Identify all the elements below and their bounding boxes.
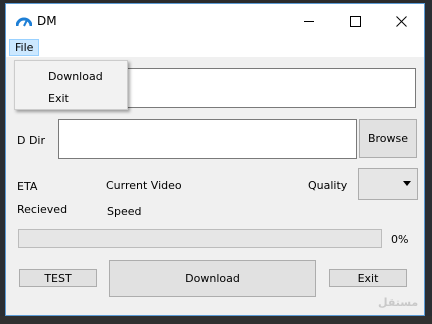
app-window: DM File D Dir Browse ETA Current Video Q… — [5, 3, 425, 316]
download-progress-bar — [18, 229, 382, 248]
speedometer-icon — [16, 17, 32, 27]
menu-item-download[interactable]: Download — [48, 70, 103, 83]
quality-label: Quality — [308, 179, 348, 192]
background-bottom-edge — [0, 316, 432, 324]
received-label: Recieved — [17, 203, 68, 216]
download-button[interactable]: Download — [109, 260, 316, 297]
speed-label: Speed — [107, 205, 142, 218]
maximize-icon — [349, 15, 361, 27]
background-right-edge — [425, 0, 432, 324]
menu-file[interactable]: File — [9, 39, 40, 56]
watermark-logo: مستقل — [378, 296, 419, 309]
window-title: DM — [37, 14, 57, 28]
browse-button[interactable]: Browse — [359, 119, 417, 158]
download-dir-input[interactable] — [58, 119, 357, 159]
file-menu-dropdown: Download Exit — [14, 60, 128, 110]
download-dir-label: D Dir — [17, 134, 46, 147]
progress-percent: 0% — [391, 233, 409, 246]
menu-item-exit[interactable]: Exit — [48, 92, 69, 105]
quality-select[interactable] — [358, 168, 418, 200]
minimize-icon — [304, 20, 314, 22]
close-button[interactable] — [378, 4, 424, 38]
title-bar: DM — [6, 4, 424, 38]
test-button[interactable]: TEST — [19, 269, 97, 287]
exit-button[interactable]: Exit — [329, 269, 407, 287]
maximize-button[interactable] — [332, 4, 378, 38]
eta-label: ETA — [17, 180, 38, 193]
current-video-label: Current Video — [106, 179, 182, 192]
minimize-button[interactable] — [286, 4, 332, 38]
chevron-down-icon — [403, 181, 411, 186]
menu-bar: File — [6, 38, 424, 57]
close-icon — [395, 15, 407, 27]
